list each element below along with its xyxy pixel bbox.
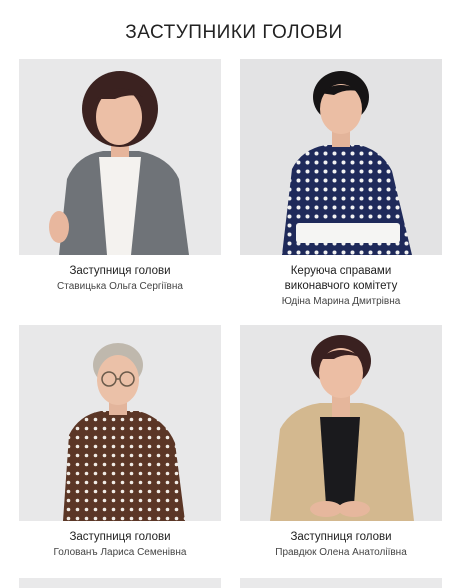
portrait-photo[interactable] [240, 59, 442, 255]
page-title: ЗАСТУПНИКИ ГОЛОВИ [125, 22, 343, 43]
deputy-card[interactable]: Керуюча справами виконавчого комітету Юд… [240, 59, 442, 309]
deputy-card[interactable]: Заступниця голови Голованъ Лариса Семені… [19, 325, 221, 560]
portrait-photo[interactable] [19, 325, 221, 521]
portrait-photo[interactable] [240, 325, 442, 521]
card-name[interactable]: Голованъ Лариса Семенівна [19, 546, 221, 560]
card-role: Заступниця голови [69, 265, 171, 277]
portrait-photo[interactable] [19, 59, 221, 255]
deputy-card[interactable]: Заступниця голови Ставицька Ольга Сергії… [19, 59, 221, 294]
card-role: Керуюча справами [290, 265, 392, 277]
card-name[interactable]: Ставицька Ольга Сергіївна [19, 280, 221, 294]
card-name[interactable]: Правдюк Олена Анатоліївна [240, 546, 442, 560]
deputy-card[interactable]: Заступниця голови Правдюк Олена Анатолії… [240, 325, 442, 560]
card-role: Заступниця голови [69, 531, 171, 543]
card-role-line2: виконавчого комітету [284, 280, 398, 292]
portrait-photo-next[interactable] [19, 578, 221, 588]
card-role: Заступниця голови [290, 531, 392, 543]
card-name[interactable]: Юдіна Марина Дмитрівна [240, 295, 442, 309]
portrait-photo-next[interactable] [240, 578, 442, 588]
